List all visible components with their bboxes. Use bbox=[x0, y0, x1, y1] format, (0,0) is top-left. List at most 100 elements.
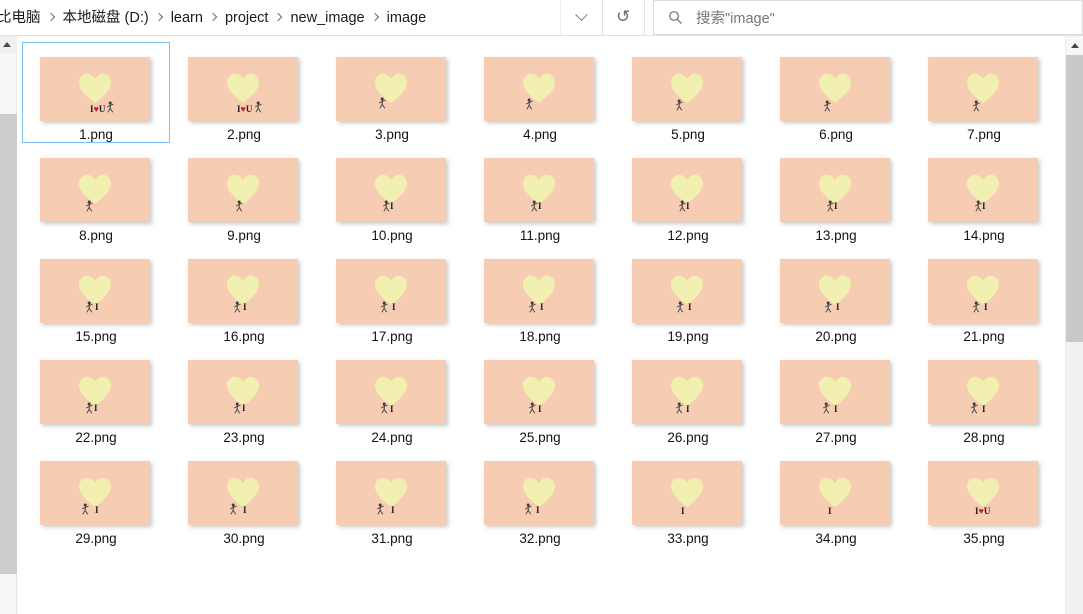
heart-shape-icon bbox=[226, 174, 260, 205]
file-item[interactable]: 5.png bbox=[614, 42, 762, 143]
scroll-up-arrow-icon[interactable] bbox=[0, 36, 17, 53]
file-item[interactable]: I 12.png bbox=[614, 143, 762, 244]
file-item[interactable]: I 29.png bbox=[22, 446, 170, 547]
search-input[interactable]: 搜索"image" bbox=[690, 7, 775, 28]
thumbnail[interactable]: I bbox=[336, 461, 448, 525]
file-name-label: 21.png bbox=[963, 329, 1005, 344]
navigation-pane-scrollbar[interactable] bbox=[0, 36, 17, 614]
file-item[interactable]: I 16.png bbox=[170, 244, 318, 345]
thumbnail[interactable]: I bbox=[188, 360, 300, 424]
breadcrumb-bar[interactable]: 比电脑 本地磁盘 (D:) learn project new_image image ↻ bbox=[0, 0, 645, 35]
thumbnail[interactable] bbox=[484, 57, 596, 121]
thumbnail[interactable]: I bbox=[484, 158, 596, 222]
heart-shape-icon bbox=[522, 275, 556, 306]
thumbnail[interactable]: I bbox=[484, 360, 596, 424]
file-item[interactable]: I 10.png bbox=[318, 143, 466, 244]
thumbnail[interactable]: I bbox=[928, 158, 1040, 222]
file-name-label: 30.png bbox=[223, 531, 265, 546]
thumbnail[interactable]: I bbox=[336, 158, 448, 222]
breadcrumb-item[interactable]: new_image bbox=[287, 6, 367, 30]
file-item[interactable]: I 32.png bbox=[466, 446, 614, 547]
heart-shape-icon bbox=[522, 73, 556, 104]
love-message-text: I♥U bbox=[975, 506, 991, 516]
thumbnail[interactable]: I bbox=[40, 360, 152, 424]
thumbnail[interactable]: I bbox=[632, 158, 744, 222]
thumbnail[interactable]: I bbox=[632, 461, 744, 525]
file-item[interactable]: I 31.png bbox=[318, 446, 466, 547]
thumbnail[interactable]: I♥U bbox=[188, 57, 300, 121]
file-item[interactable]: I 21.png bbox=[910, 244, 1058, 345]
file-item[interactable]: I 23.png bbox=[170, 345, 318, 446]
breadcrumb-item[interactable]: 本地磁盘 (D:) bbox=[60, 6, 152, 30]
file-item[interactable]: I 30.png bbox=[170, 446, 318, 547]
thumbnail[interactable]: I bbox=[632, 360, 744, 424]
file-item[interactable]: I 28.png bbox=[910, 345, 1058, 446]
file-item[interactable]: I 19.png bbox=[614, 244, 762, 345]
file-item[interactable]: I 24.png bbox=[318, 345, 466, 446]
file-item[interactable]: 9.png bbox=[170, 143, 318, 244]
file-item[interactable]: I 33.png bbox=[614, 446, 762, 547]
file-item[interactable]: 8.png bbox=[22, 143, 170, 244]
file-item[interactable]: I 18.png bbox=[466, 244, 614, 345]
thumbnail[interactable]: I bbox=[188, 461, 300, 525]
file-item[interactable]: I♥U 2.png bbox=[170, 42, 318, 143]
thumbnail[interactable] bbox=[780, 57, 892, 121]
thumbnail[interactable]: I bbox=[632, 259, 744, 323]
refresh-button[interactable]: ↻ bbox=[602, 0, 644, 35]
file-item[interactable]: I 34.png bbox=[762, 446, 910, 547]
heart-shape-icon bbox=[670, 73, 704, 104]
file-item[interactable]: I 26.png bbox=[614, 345, 762, 446]
thumbnail[interactable]: I bbox=[188, 259, 300, 323]
file-list-scrollbar[interactable] bbox=[1065, 36, 1083, 614]
file-item[interactable]: 4.png bbox=[466, 42, 614, 143]
breadcrumb-item[interactable]: learn bbox=[168, 6, 206, 30]
thumbnail[interactable]: I bbox=[484, 461, 596, 525]
breadcrumb-item[interactable]: image bbox=[384, 6, 430, 30]
file-item[interactable]: I 22.png bbox=[22, 345, 170, 446]
love-message-text: I bbox=[828, 506, 832, 516]
thumbnail[interactable] bbox=[188, 158, 300, 222]
file-name-label: 34.png bbox=[815, 531, 857, 546]
thumbnail[interactable] bbox=[928, 57, 1040, 121]
thumbnail[interactable]: I bbox=[484, 259, 596, 323]
breadcrumb-separator-icon bbox=[206, 10, 222, 26]
file-item[interactable]: I 17.png bbox=[318, 244, 466, 345]
breadcrumb-item[interactable]: 比电脑 bbox=[0, 6, 44, 30]
file-item[interactable]: I♥U 1.png bbox=[22, 42, 170, 143]
scrollbar-thumb[interactable] bbox=[1066, 55, 1083, 342]
file-item[interactable]: 7.png bbox=[910, 42, 1058, 143]
thumbnail[interactable]: I bbox=[928, 360, 1040, 424]
file-item[interactable]: 3.png bbox=[318, 42, 466, 143]
file-item[interactable]: I 13.png bbox=[762, 143, 910, 244]
thumbnail[interactable] bbox=[40, 158, 152, 222]
thumbnail[interactable]: I bbox=[336, 259, 448, 323]
breadcrumb-item[interactable]: project bbox=[222, 6, 272, 30]
thumbnail[interactable]: I bbox=[780, 461, 892, 525]
thumbnail[interactable] bbox=[336, 57, 448, 121]
scroll-up-arrow-icon[interactable] bbox=[1066, 36, 1083, 54]
file-item[interactable]: 6.png bbox=[762, 42, 910, 143]
thumbnail[interactable]: I bbox=[780, 259, 892, 323]
search-box[interactable]: 搜索"image" bbox=[653, 0, 1083, 35]
thumbnail[interactable]: I bbox=[928, 259, 1040, 323]
thumbnail[interactable]: I♥U bbox=[928, 461, 1040, 525]
file-item[interactable]: I 11.png bbox=[466, 143, 614, 244]
file-item[interactable]: I 20.png bbox=[762, 244, 910, 345]
file-item[interactable]: I♥U 35.png bbox=[910, 446, 1058, 547]
thumbnail[interactable]: I bbox=[336, 360, 448, 424]
thumbnail[interactable]: I bbox=[780, 360, 892, 424]
scrollbar-thumb[interactable] bbox=[0, 114, 17, 574]
heart-shape-icon bbox=[818, 275, 852, 306]
file-item[interactable]: I 15.png bbox=[22, 244, 170, 345]
file-item[interactable]: I 27.png bbox=[762, 345, 910, 446]
thumbnail[interactable] bbox=[632, 57, 744, 121]
heart-shape-icon bbox=[522, 376, 556, 407]
thumbnail[interactable]: I bbox=[40, 461, 152, 525]
breadcrumb[interactable]: 比电脑 本地磁盘 (D:) learn project new_image image bbox=[0, 0, 560, 35]
file-item[interactable]: I 14.png bbox=[910, 143, 1058, 244]
thumbnail[interactable]: I bbox=[780, 158, 892, 222]
breadcrumb-dropdown-button[interactable] bbox=[560, 0, 602, 35]
file-item[interactable]: I 25.png bbox=[466, 345, 614, 446]
thumbnail[interactable]: I♥U bbox=[40, 57, 152, 121]
thumbnail[interactable]: I bbox=[40, 259, 152, 323]
